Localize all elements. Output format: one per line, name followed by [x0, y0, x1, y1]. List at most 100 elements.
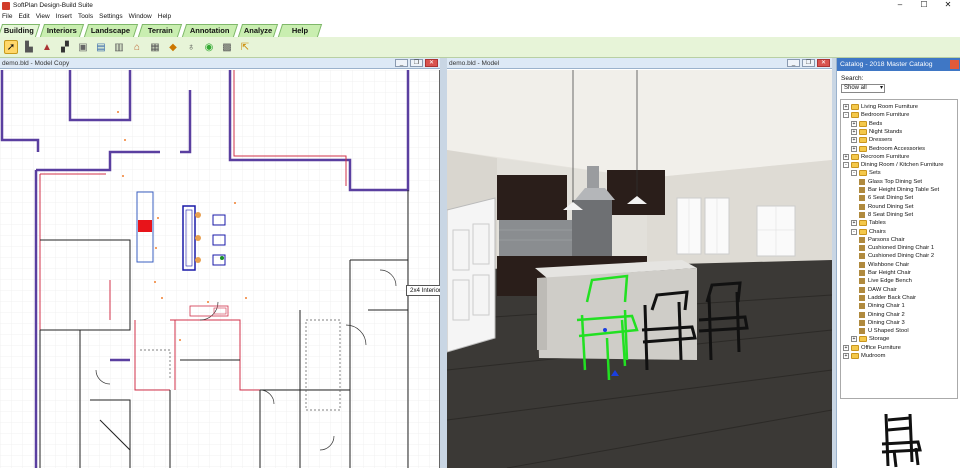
- 3d-view-icon[interactable]: ◆: [166, 40, 180, 54]
- menu-window[interactable]: Window: [129, 13, 152, 20]
- section-icon[interactable]: ▥: [112, 40, 126, 54]
- close-icon[interactable]: ✕: [817, 59, 830, 67]
- tab-building[interactable]: Building: [0, 24, 41, 37]
- catalog-folder[interactable]: + Living Room Furniture: [843, 103, 918, 111]
- catalog-item[interactable]: Ladder Back Chair: [859, 294, 916, 302]
- expand-icon[interactable]: +: [851, 336, 857, 343]
- menu-bar: File Edit View Insert Tools Settings Win…: [0, 11, 960, 22]
- tree-label: Bar Height Dining Table Set: [868, 187, 940, 193]
- elevation-icon[interactable]: ▤: [94, 40, 108, 54]
- render-icon[interactable]: ▩: [220, 40, 234, 54]
- catalog-item[interactable]: Dining Chair 1: [859, 302, 905, 310]
- catalog-folder[interactable]: + Night Stands: [851, 128, 902, 136]
- tree-label: Bar Height Chair: [868, 270, 911, 276]
- catalog-item[interactable]: Round Dining Set: [859, 203, 913, 211]
- camera-icon[interactable]: ◉: [202, 40, 216, 54]
- catalog-folder[interactable]: + Tables: [851, 219, 886, 227]
- floor-plan-view[interactable]: [0, 70, 440, 468]
- catalog-folder[interactable]: + Dressers: [851, 136, 892, 144]
- menu-edit[interactable]: Edit: [18, 13, 29, 20]
- catalog-item[interactable]: 6 Seat Dining Set: [859, 194, 913, 202]
- export-icon[interactable]: ⇱: [238, 40, 252, 54]
- light-icon[interactable]: ♁: [184, 40, 198, 54]
- catalog-item[interactable]: Cushioned Dining Chair 2: [859, 252, 934, 260]
- expand-icon[interactable]: +: [843, 153, 849, 160]
- catalog-folder[interactable]: + Storage: [851, 335, 889, 343]
- catalog-folder[interactable]: - Dining Room / Kitchen Furniture: [843, 161, 943, 169]
- catalog-item[interactable]: Bar Height Dining Table Set: [859, 186, 939, 194]
- toolbar: ➚ ▙ ▲ ▞ ▣ ▤ ▥ ⌂ ▦ ◆ ♁ ◉ ▩ ⇱: [0, 37, 960, 58]
- catalog-item[interactable]: Wishbone Chair: [859, 261, 909, 269]
- catalog-item[interactable]: Cushioned Dining Chair 1: [859, 244, 934, 252]
- roof-icon[interactable]: ▲: [40, 40, 54, 54]
- furniture-icon: [859, 270, 865, 276]
- catalog-folder[interactable]: + Beds: [851, 120, 882, 128]
- print-icon[interactable]: ▣: [76, 40, 90, 54]
- expand-icon[interactable]: +: [851, 220, 857, 227]
- menu-tools[interactable]: Tools: [78, 13, 93, 20]
- tab-interiors[interactable]: Interiors: [39, 24, 85, 37]
- collapse-icon[interactable]: -: [843, 162, 849, 169]
- catalog-item[interactable]: Dining Chair 2: [859, 311, 905, 319]
- close-icon[interactable]: [950, 60, 959, 69]
- menu-settings[interactable]: Settings: [99, 13, 123, 20]
- tab-landscape[interactable]: Landscape: [83, 24, 139, 37]
- catalog-folder[interactable]: - Sets: [851, 169, 881, 177]
- floor-plan-drawing[interactable]: [0, 70, 440, 468]
- catalog-item[interactable]: Parsons Chair: [859, 236, 905, 244]
- catalog-folder[interactable]: + Bedroom Accessories: [851, 145, 925, 153]
- expand-icon[interactable]: +: [851, 145, 857, 152]
- menu-help[interactable]: Help: [158, 13, 171, 20]
- catalog-folder[interactable]: + Mudroom: [843, 352, 885, 360]
- expand-icon[interactable]: +: [851, 120, 857, 127]
- 3d-view[interactable]: [447, 70, 832, 468]
- catalog-item[interactable]: Live Edge Bench: [859, 277, 912, 285]
- maximize-icon[interactable]: ☐: [912, 0, 936, 11]
- expand-icon[interactable]: +: [843, 104, 849, 110]
- view-pane-title: demo.bld - Model: [449, 60, 500, 67]
- catalog-folder[interactable]: + Office Furniture: [843, 344, 901, 352]
- close-icon[interactable]: ✕: [425, 59, 438, 67]
- minimize-icon[interactable]: _: [787, 59, 800, 67]
- app-icon: [2, 1, 10, 10]
- expand-icon[interactable]: +: [851, 128, 857, 135]
- menu-file[interactable]: File: [2, 13, 12, 20]
- close-icon[interactable]: ✕: [936, 0, 960, 11]
- catalog-item[interactable]: Glass Top Dining Set: [859, 178, 922, 186]
- catalog-item[interactable]: DAW Chair: [859, 286, 897, 294]
- tab-help[interactable]: Help: [277, 24, 323, 37]
- collapse-icon[interactable]: -: [851, 228, 857, 235]
- catalog-item[interactable]: 8 Seat Dining Set: [859, 211, 913, 219]
- expand-icon[interactable]: +: [851, 137, 857, 144]
- catalog-folder[interactable]: + Recroom Furniture: [843, 153, 909, 161]
- catalog-tree[interactable]: + Living Room Furniture - Bedroom Furniture…: [840, 99, 958, 399]
- restore-icon[interactable]: ❐: [410, 59, 423, 67]
- tree-label: Mudroom: [861, 353, 886, 359]
- tab-terrain[interactable]: Terrain: [137, 24, 183, 37]
- collapse-icon[interactable]: -: [851, 170, 857, 177]
- 3d-render[interactable]: [447, 70, 832, 468]
- expand-icon[interactable]: +: [843, 344, 849, 351]
- house-icon[interactable]: ⌂: [130, 40, 144, 54]
- catalog-folder[interactable]: - Chairs: [851, 228, 886, 236]
- menu-view[interactable]: View: [36, 13, 50, 20]
- walls-icon[interactable]: ▙: [22, 40, 36, 54]
- stairs-icon[interactable]: ▞: [58, 40, 72, 54]
- window-icon[interactable]: ▦: [148, 40, 162, 54]
- catalog-folder[interactable]: - Bedroom Furniture: [843, 111, 909, 119]
- catalog-item[interactable]: Bar Height Chair: [859, 269, 911, 277]
- tab-annotation[interactable]: Annotation: [181, 24, 239, 37]
- pointer-icon[interactable]: ➚: [4, 40, 18, 54]
- minimize-icon[interactable]: –: [888, 0, 912, 11]
- expand-icon[interactable]: +: [843, 353, 849, 359]
- menu-insert[interactable]: Insert: [56, 13, 72, 20]
- catalog-filter-select[interactable]: Show all: [841, 84, 885, 93]
- pane-splitter[interactable]: [440, 58, 447, 468]
- tab-analyze[interactable]: Analyze: [237, 24, 279, 37]
- catalog-item[interactable]: U Shaped Stool: [859, 327, 909, 335]
- collapse-icon[interactable]: -: [843, 112, 849, 119]
- minimize-icon[interactable]: _: [395, 59, 408, 67]
- catalog-item[interactable]: Dining Chair 3: [859, 319, 905, 327]
- tree-label: U Shaped Stool: [868, 328, 909, 335]
- restore-icon[interactable]: ❐: [802, 59, 815, 67]
